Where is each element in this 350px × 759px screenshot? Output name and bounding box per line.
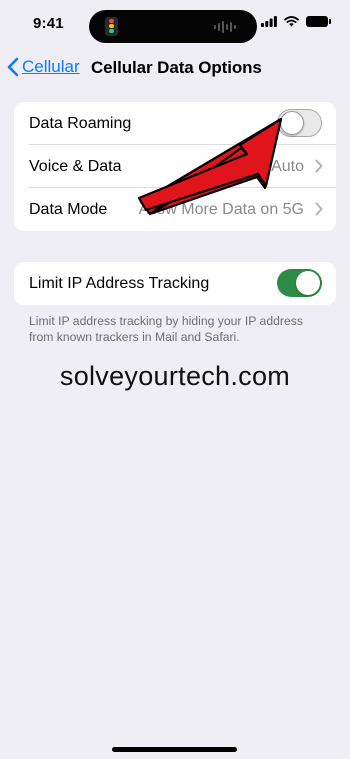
cellular-options-group: Data Roaming Voice & Data 5G Auto Data M…	[14, 102, 336, 231]
watermark: solveyourtech.com	[59, 361, 291, 391]
chevron-left-icon	[7, 57, 19, 77]
data-mode-label: Data Mode	[29, 200, 108, 218]
limit-ip-tracking-footnote: Limit IP address tracking by hiding your…	[29, 314, 303, 344]
navigation-bar: Cellular Cellular Data Options	[0, 50, 350, 86]
data-roaming-label: Data Roaming	[29, 114, 132, 132]
page-title: Cellular Data Options	[91, 58, 262, 77]
live-activity-app-icon	[105, 17, 118, 36]
data-mode-row[interactable]: Data Mode Allow More Data on 5G	[14, 188, 336, 231]
data-mode-value: Allow More Data on 5G	[138, 200, 304, 218]
status-icons	[261, 16, 331, 27]
chevron-right-icon	[315, 202, 323, 216]
limit-ip-tracking-toggle[interactable]	[277, 269, 322, 297]
back-button-label: Cellular	[22, 57, 80, 76]
status-time: 9:41	[33, 15, 64, 32]
toggle-knob	[296, 271, 320, 295]
limit-ip-tracking-label: Limit IP Address Tracking	[29, 274, 210, 292]
data-roaming-toggle[interactable]	[277, 109, 322, 137]
back-button[interactable]: Cellular	[7, 57, 80, 77]
dynamic-island	[89, 10, 257, 43]
status-bar: 9:41	[0, 0, 350, 50]
chevron-right-icon	[315, 159, 323, 173]
voice-data-value: 5G Auto	[246, 157, 304, 175]
toggle-knob	[280, 111, 304, 135]
privacy-group: Limit IP Address Tracking	[14, 262, 336, 305]
wifi-icon	[284, 16, 299, 27]
audio-waveform-icon	[214, 21, 236, 33]
cellular-signal-icon	[261, 16, 277, 27]
voice-data-row[interactable]: Voice & Data 5G Auto	[14, 145, 336, 188]
voice-data-label: Voice & Data	[29, 157, 122, 175]
battery-icon	[306, 16, 331, 27]
limit-ip-tracking-row[interactable]: Limit IP Address Tracking	[14, 262, 336, 305]
home-indicator[interactable]	[112, 747, 237, 752]
data-roaming-row[interactable]: Data Roaming	[14, 102, 336, 145]
